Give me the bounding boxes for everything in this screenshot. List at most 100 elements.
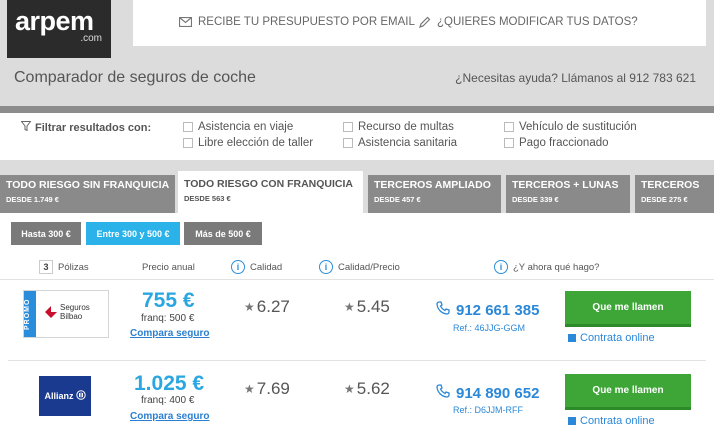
insurer-name-line: Seguros xyxy=(60,303,90,312)
star-icon: ★ xyxy=(244,382,255,396)
insurer-name: Allianz xyxy=(44,391,74,401)
page-title: Comparador de seguros de coche xyxy=(14,69,256,86)
envelope-icon xyxy=(179,17,192,27)
tab-subtitle: DESDE 275 € xyxy=(641,195,688,204)
quality-price-label: Calidad/Precio xyxy=(338,261,400,273)
quality-score: ★ 7.69 xyxy=(244,379,290,399)
quality-price-header[interactable]: i Calidad/Precio xyxy=(319,260,400,274)
tab-subtitle: DESDE 1.749 € xyxy=(6,195,59,204)
range-hasta-300-button[interactable]: Hasta 300 € xyxy=(11,222,81,245)
compare-link[interactable]: Compara seguro xyxy=(130,328,209,339)
star-icon: ★ xyxy=(344,300,355,314)
pencil-icon xyxy=(419,16,431,28)
quality-value: 6.27 xyxy=(256,297,290,316)
filter-recurso-multas[interactable]: Recurso de multas xyxy=(343,121,454,133)
tab-subtitle: DESDE 563 € xyxy=(184,194,231,203)
tab-title: TERCEROS AMPLIADO xyxy=(374,179,491,191)
phone-number[interactable]: 914 890 652 xyxy=(436,384,539,402)
filter-option-label: Libre elección de taller xyxy=(198,137,314,149)
info-icon: i xyxy=(231,260,245,274)
checkbox-icon xyxy=(343,138,353,148)
filter-option-label: Pago fraccionado xyxy=(519,137,609,149)
tab-terceros[interactable]: TERCEROS DESDE 275 € xyxy=(635,175,714,213)
quality-header[interactable]: i Calidad xyxy=(231,260,282,274)
help-phone-text: ¿Necesitas ayuda? Llámanos al 912 783 62… xyxy=(455,71,696,85)
policies-header: 3 Pólizas xyxy=(39,260,89,274)
annual-price: 1.025 € xyxy=(134,372,205,395)
filter-label: Filtrar resultados con: xyxy=(20,121,152,134)
filter-option-label: Recurso de multas xyxy=(358,121,454,133)
hire-online-link[interactable]: Contrata online xyxy=(568,332,655,344)
phone-number[interactable]: 912 661 385 xyxy=(436,301,539,319)
tab-todo-riesgo-sin-franquicia[interactable]: TODO RIESGO SIN FRANQUICIA DESDE 1.749 € xyxy=(0,175,175,213)
call-me-button[interactable]: Que me llamen xyxy=(565,291,691,327)
promo-badge: PROMO xyxy=(24,291,36,337)
filter-vehiculo-sustitucion[interactable]: Vehículo de sustitución xyxy=(504,121,637,133)
insurer-logo-seguros-bilbao[interactable]: PROMO Seguros Bilbao xyxy=(23,290,109,338)
quality-score: ★ 6.27 xyxy=(244,297,290,317)
filter-option-label: Vehículo de sustitución xyxy=(519,121,637,133)
tab-title: TERCEROS + LUNAS xyxy=(512,179,619,191)
divider-bar xyxy=(0,106,714,113)
range-mas-500-button[interactable]: Más de 500 € xyxy=(184,222,262,245)
tab-title: TERCEROS xyxy=(641,179,700,191)
result-row: PROMO Seguros Bilbao 755 € franq: 500 € … xyxy=(8,281,706,361)
hire-online-label: Contrata online xyxy=(580,332,655,344)
policies-label: Pólizas xyxy=(58,261,89,273)
quality-label: Calidad xyxy=(250,261,283,273)
external-link-icon xyxy=(568,417,576,425)
franchise-amount: franq: 400 € xyxy=(141,395,195,406)
brand-logo[interactable]: arpem .com xyxy=(7,0,111,58)
modify-data-link[interactable]: ¿QUIERES MODIFICAR TUS DATOS? xyxy=(419,16,638,28)
tab-todo-riesgo-con-franquicia[interactable]: TODO RIESGO CON FRANQUICIA DESDE 563 € xyxy=(178,171,363,213)
filter-label-text: Filtrar resultados con: xyxy=(35,121,152,134)
reference-code: Ref.: D6JJM-RFF xyxy=(453,405,524,415)
tab-subtitle: DESDE 457 € xyxy=(374,195,421,204)
external-link-icon xyxy=(568,334,576,342)
tab-title: TODO RIESGO CON FRANQUICIA xyxy=(184,178,353,190)
filter-asistencia-viaje[interactable]: Asistencia en viaje xyxy=(183,121,293,133)
info-icon: i xyxy=(494,260,508,274)
insurer-logo-allianz[interactable]: Allianz xyxy=(39,376,91,416)
checkbox-icon xyxy=(504,138,514,148)
price-header: Precio anual xyxy=(142,262,195,273)
tab-terceros-lunas[interactable]: TERCEROS + LUNAS DESDE 339 € xyxy=(506,175,630,213)
filter-asistencia-sanitaria[interactable]: Asistencia sanitaria xyxy=(343,137,457,149)
info-icon: i xyxy=(319,260,333,274)
phone-icon xyxy=(436,301,450,319)
range-300-500-button[interactable]: Entre 300 y 500 € xyxy=(86,222,180,245)
filter-pago-fraccionado[interactable]: Pago fraccionado xyxy=(504,137,609,149)
phone-value: 914 890 652 xyxy=(456,384,540,402)
email-quote-link[interactable]: RECIBE TU PRESUPUESTO POR EMAIL xyxy=(179,16,415,28)
brand-suffix: .com xyxy=(80,33,102,44)
allianz-eagle-icon xyxy=(75,390,86,402)
checkbox-icon xyxy=(183,138,193,148)
header-links-box: RECIBE TU PRESUPUESTO POR EMAIL ¿QUIERES… xyxy=(133,0,706,46)
filters-panel: Filtrar resultados con: Asistencia en vi… xyxy=(0,113,714,160)
call-me-button[interactable]: Que me llamen xyxy=(565,374,691,410)
checkbox-icon xyxy=(343,122,353,132)
filter-libre-taller[interactable]: Libre elección de taller xyxy=(183,137,313,149)
policy-count: 3 xyxy=(39,260,53,274)
next-steps-header[interactable]: i ¿Y ahora qué hago? xyxy=(494,260,599,274)
phone-value: 912 661 385 xyxy=(456,301,540,319)
hire-online-label: Contrata online xyxy=(580,415,655,427)
tab-terceros-ampliado[interactable]: TERCEROS AMPLIADO DESDE 457 € xyxy=(368,175,501,213)
hire-online-link[interactable]: Contrata online xyxy=(568,415,655,427)
insurer-name: Seguros Bilbao xyxy=(60,303,90,321)
checkbox-icon xyxy=(183,122,193,132)
quality-price-value: 5.45 xyxy=(356,297,390,316)
star-icon: ★ xyxy=(344,382,355,396)
quality-price-value: 5.62 xyxy=(356,379,390,398)
coverage-tabs: TODO RIESGO SIN FRANQUICIA DESDE 1.749 €… xyxy=(0,171,714,213)
header-band: arpem .com RECIBE TU PRESUPUESTO POR EMA… xyxy=(0,0,714,106)
quality-price-score: ★ 5.62 xyxy=(344,379,390,399)
filter-option-label: Asistencia sanitaria xyxy=(358,137,458,149)
reference-code: Ref.: 46JJG-GGM xyxy=(453,323,526,333)
funnel-icon xyxy=(20,121,32,134)
tab-subtitle: DESDE 339 € xyxy=(512,195,559,204)
compare-link[interactable]: Compara seguro xyxy=(130,411,209,422)
next-steps-label: ¿Y ahora qué hago? xyxy=(513,261,600,273)
divider-bar xyxy=(0,160,714,171)
franchise-amount: franq: 500 € xyxy=(141,313,195,324)
